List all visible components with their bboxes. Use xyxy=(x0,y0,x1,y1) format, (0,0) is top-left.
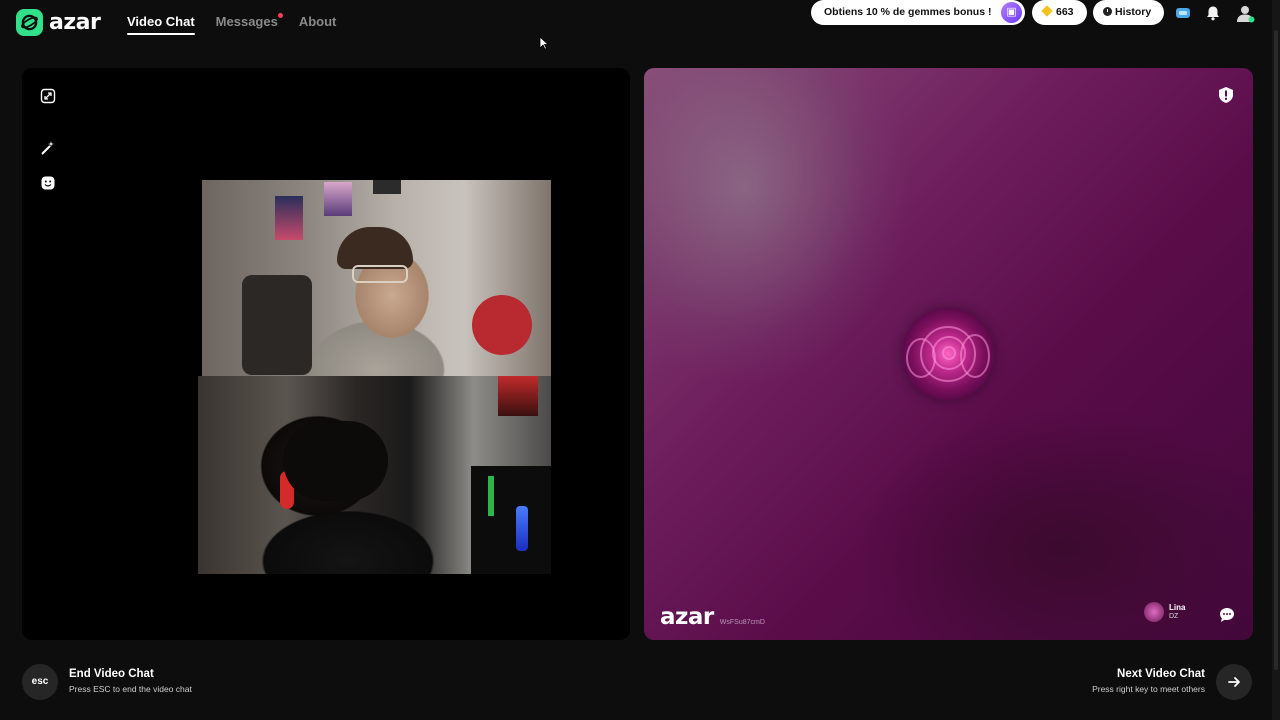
camera-feed-bottom xyxy=(198,376,551,574)
magic-wand-icon[interactable] xyxy=(40,140,56,156)
gems-count: 663 xyxy=(1056,6,1074,18)
nav-messages[interactable]: Messages xyxy=(215,0,283,46)
camera-feed-top xyxy=(202,180,551,376)
rgb-light xyxy=(488,476,494,516)
clock-icon xyxy=(1103,7,1112,16)
shop-icon[interactable] xyxy=(1173,3,1193,23)
wall-poster xyxy=(373,180,401,194)
scrollbar-thumb[interactable] xyxy=(1274,30,1278,670)
watermark-logo: azar xyxy=(660,604,714,630)
partner-avatar xyxy=(1144,602,1164,622)
red-cushion xyxy=(472,295,532,355)
expand-icon[interactable] xyxy=(40,88,56,104)
partner-country: DZ xyxy=(1169,613,1179,620)
end-video-chat-hint: Press ESC to end the video chat xyxy=(69,684,192,694)
main-nav: Video Chat Messages About xyxy=(127,0,336,46)
wall-poster xyxy=(498,376,538,416)
azar-logo-icon xyxy=(16,9,43,36)
watermark-id: WsFSu87cmD xyxy=(719,619,765,626)
profile-avatar-icon[interactable] xyxy=(1235,3,1255,23)
azar-logo[interactable]: azar xyxy=(16,9,101,36)
person-hair xyxy=(337,227,413,269)
nav-messages-label: Messages xyxy=(215,14,278,29)
rose-petal xyxy=(906,338,936,378)
gaming-chair xyxy=(242,275,312,375)
person-hair xyxy=(283,421,388,501)
bonus-gems-promo-button[interactable]: Obtiens 10 % de gemmes bonus ! ▣ xyxy=(811,0,1025,25)
bottle xyxy=(516,506,528,551)
arrow-right-icon xyxy=(1228,677,1240,687)
local-video-panel xyxy=(22,68,630,640)
person-glasses xyxy=(352,265,408,283)
report-shield-icon[interactable] xyxy=(1217,86,1235,104)
page-scrollbar[interactable] xyxy=(1272,0,1280,720)
remote-video-panel: azar WsFSu87cmD Lina DZ xyxy=(644,68,1253,640)
azar-logo-text: azar xyxy=(49,9,101,35)
rose-petal xyxy=(960,334,990,378)
partner-profile-picture xyxy=(902,308,994,400)
nav-about[interactable]: About xyxy=(299,0,337,46)
history-label: History xyxy=(1115,6,1152,18)
wall-poster xyxy=(275,196,303,240)
azar-watermark: azar WsFSu87cmD xyxy=(660,604,765,630)
gift-icon: ▣ xyxy=(1001,2,1022,23)
promo-label: Obtiens 10 % de gemmes bonus ! xyxy=(824,6,992,18)
bell-icon[interactable] xyxy=(1203,3,1223,23)
partner-name: Lina xyxy=(1169,603,1186,612)
pc-case xyxy=(471,466,551,574)
gem-icon xyxy=(1041,5,1053,17)
chat-bubble-icon[interactable] xyxy=(1218,606,1236,624)
top-header: azar Video Chat Messages About Obtiens 1… xyxy=(0,0,1280,50)
rose-petal xyxy=(942,346,956,360)
next-video-chat-title: Next Video Chat xyxy=(1117,668,1205,680)
nav-video-chat[interactable]: Video Chat xyxy=(127,0,195,46)
next-video-chat-hint: Press right key to meet others xyxy=(1092,684,1205,694)
end-video-chat-button[interactable]: esc xyxy=(22,664,58,700)
sticker-face-icon[interactable] xyxy=(40,175,56,191)
history-button[interactable]: History xyxy=(1093,0,1164,25)
gems-balance-button[interactable]: 663 xyxy=(1032,0,1087,25)
partner-info[interactable]: Lina DZ xyxy=(1144,602,1185,622)
next-video-chat-button[interactable] xyxy=(1216,664,1252,700)
end-video-chat-title: End Video Chat xyxy=(69,668,154,680)
wall-poster xyxy=(324,182,352,216)
notification-dot xyxy=(277,13,283,18)
